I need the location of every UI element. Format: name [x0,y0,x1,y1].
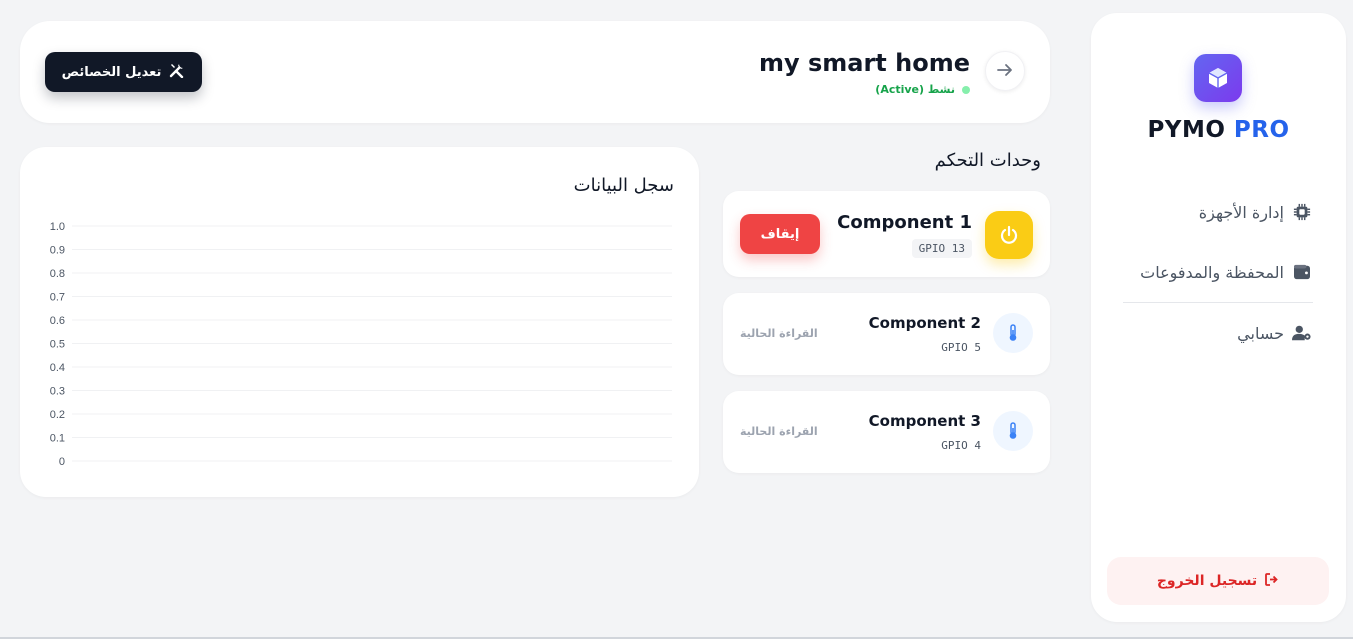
logout-icon [1265,572,1279,590]
status-badge: نشط (Active) [875,83,970,96]
component-card-2: Component 2 GPIO 5 القراءة الحالية [723,293,1050,375]
edit-properties-label: تعديل الخصائص [61,64,162,80]
sidebar-item-label: حسابي [1237,323,1284,343]
stop-button[interactable]: إيقاف [740,214,820,254]
brand-name-primary: PYMO [1147,117,1226,143]
sidebar-item-account[interactable]: حسابي [1237,318,1312,348]
back-button[interactable] [985,51,1025,91]
component-name: Component 1 [837,212,972,233]
brand-name: PYMO PRO [1091,117,1346,143]
wallet-icon [1292,262,1312,282]
logout-button[interactable]: تسجيل الخروج [1107,557,1329,605]
status-dot-icon [962,85,970,94]
gpio-tag: GPIO 4 [941,439,981,452]
component-card-1: Component 1 GPIO 13 إيقاف [723,191,1050,277]
y-tick-label: 0 [59,456,65,468]
y-tick-label: 0.2 [50,409,65,421]
y-tick-label: 0.8 [50,268,65,280]
current-reading-label: القراءة الحالية [740,327,818,340]
y-tick-label: 0.4 [50,362,65,374]
sidebar-item-label: المحفظة والمدفوعات [1140,262,1284,282]
y-tick-label: 0.3 [50,386,65,398]
current-reading-label: القراءة الحالية [740,425,818,438]
status-label: نشط (Active) [875,83,955,96]
arrow-right-icon [997,62,1013,81]
sidebar-item-devices[interactable]: إدارة الأجهزة [1199,197,1312,227]
sidebar: PYMO PRO إدارة الأجهزة المحفظة والمدفوعا… [1091,13,1346,622]
y-tick-label: 0.7 [50,292,65,304]
gpio-tag: GPIO 5 [941,341,981,354]
y-tick-label: 0.1 [50,433,65,445]
power-icon [985,211,1033,259]
data-log-panel: سجل البيانات 1.0 0.9 0.8 0.7 0.6 0.5 0.4 0.3 0.2… [20,147,699,497]
device-header: my smart home نشط (Active) تعديل الخصائص [20,21,1050,123]
data-log-chart: 1.0 0.9 0.8 0.7 0.6 0.5 0.4 0.3 0.2 0.1 0 [50,221,672,468]
user-gear-icon [1292,323,1312,343]
y-tick-label: 1.0 [50,221,65,233]
chip-icon [1292,202,1312,222]
thermometer-icon [993,313,1033,353]
controls-section-title: وحدات التحكم [934,150,1041,171]
y-tick-label: 0.5 [50,339,65,351]
component-name: Component 2 [868,314,981,332]
sidebar-item-label: إدارة الأجهزة [1198,202,1284,222]
logout-label: تسجيل الخروج [1156,573,1258,589]
page-title: my smart home [758,49,970,77]
gpio-tag: GPIO 13 [911,239,972,258]
brand-name-accent: PRO [1233,117,1290,143]
y-tick-label: 0.6 [50,315,65,327]
sidebar-divider [1123,302,1313,303]
component-name: Component 3 [868,412,981,430]
sidebar-item-wallet[interactable]: المحفظة والمدفوعات [1140,257,1312,287]
tools-icon [169,62,185,82]
thermometer-icon [993,411,1033,451]
edit-properties-button[interactable]: تعديل الخصائص [45,52,202,92]
cube-icon [1194,54,1242,102]
component-card-3: Component 3 GPIO 4 القراءة الحالية [723,391,1050,473]
y-tick-label: 0.9 [50,245,65,257]
